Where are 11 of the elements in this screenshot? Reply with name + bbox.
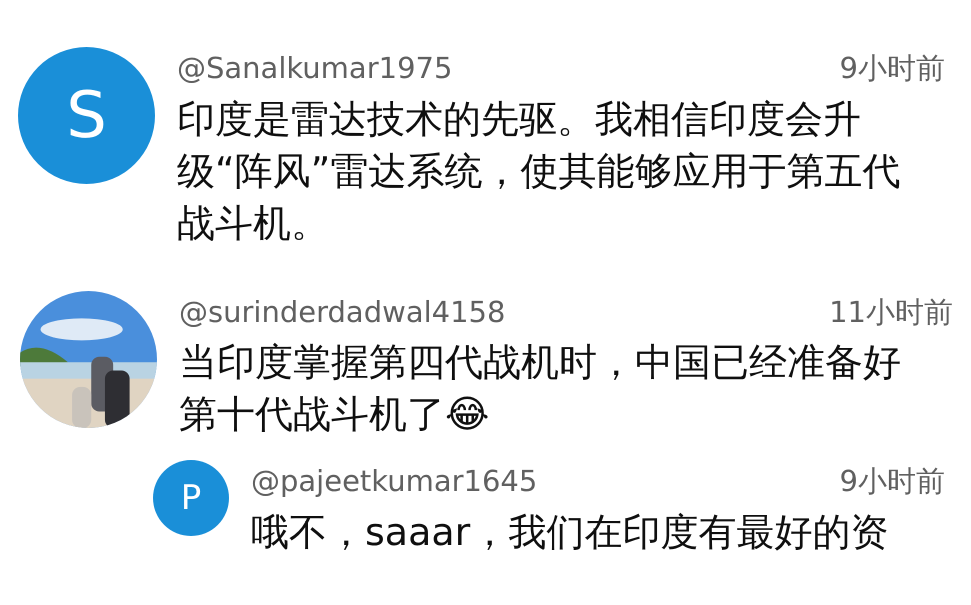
- timestamp: 11小时前: [829, 294, 953, 330]
- comment-text: 印度是雷达技术的先驱。我相信印度会升级“阵风”雷达系统，使其能够应用于第五代战斗机。: [177, 96, 902, 246]
- comment-text: 当印度掌握第四代战机时，中国已经准备好第十代战斗机了😂: [179, 339, 902, 438]
- timestamp: 9小时前: [840, 463, 945, 500]
- timestamp: 9小时前: [840, 50, 945, 87]
- username[interactable]: @surinderdadwal4158: [179, 290, 506, 334]
- username[interactable]: @Sanalkumar1975: [177, 47, 452, 90]
- avatar[interactable]: S: [18, 47, 155, 184]
- username[interactable]: @pajeetkumar1645: [251, 460, 538, 504]
- comment-text: 哦不，saaar，我们在印度有最好的资: [251, 508, 890, 556]
- avatar[interactable]: P: [153, 460, 229, 536]
